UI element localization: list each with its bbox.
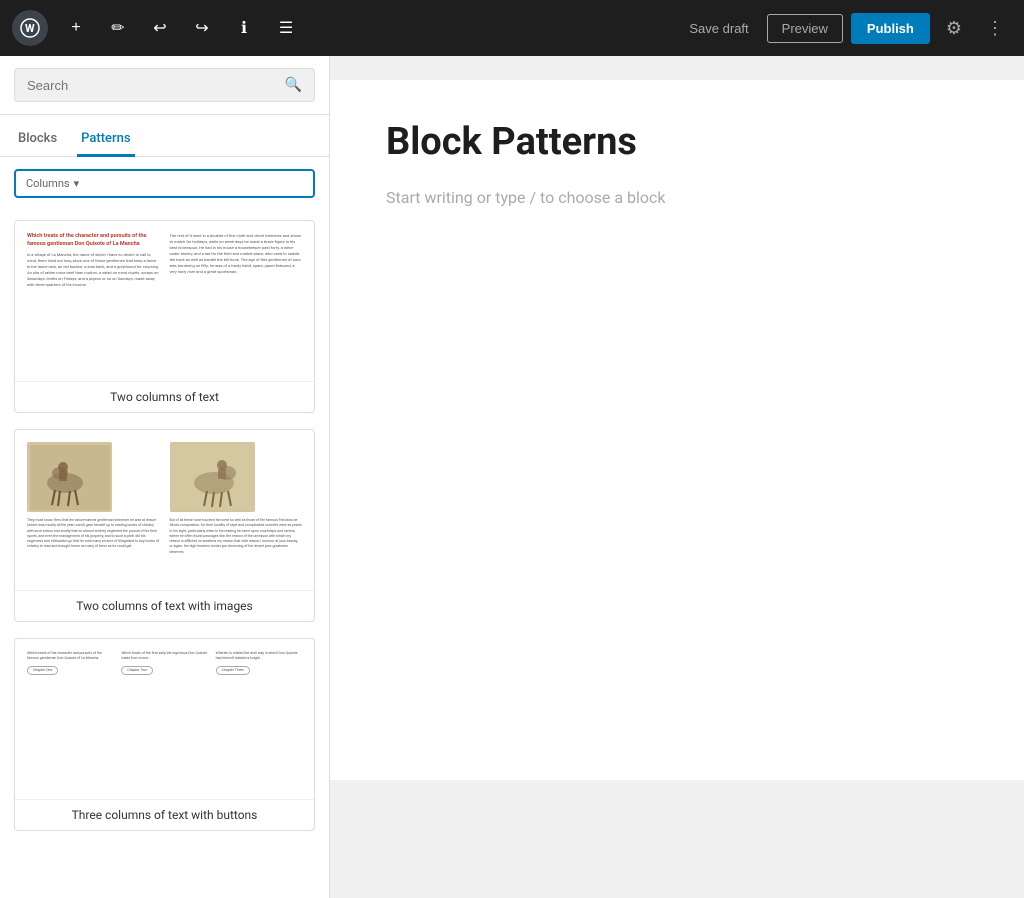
- page-title[interactable]: Block Patterns: [386, 120, 1014, 164]
- pattern-preview-two-col-text: Which treats of the character and pursui…: [15, 221, 314, 381]
- pattern-label-two-col-text: Two columns of text: [15, 381, 314, 412]
- tab-patterns[interactable]: Patterns: [77, 123, 134, 157]
- pattern-card-two-col-text[interactable]: Which treats of the character and pursui…: [14, 220, 315, 413]
- search-icon: 🔍: [285, 77, 302, 93]
- editor-area: Block Patterns Start writing or type / t…: [330, 56, 1024, 898]
- columns-filter-dropdown[interactable]: Columns ▾: [14, 169, 315, 198]
- tab-blocks[interactable]: Blocks: [14, 123, 61, 157]
- undo-button[interactable]: ↩: [142, 10, 178, 46]
- filter-row: Columns ▾: [0, 157, 329, 210]
- more-options-button[interactable]: ⋮: [978, 12, 1012, 45]
- add-block-toolbar-button[interactable]: +: [58, 10, 94, 46]
- pattern-card-two-col-images[interactable]: They must know, then, that the above-nam…: [14, 429, 315, 622]
- pattern-card-three-col-buttons[interactable]: Which treats of the character and pursui…: [14, 638, 315, 831]
- editor-content: Block Patterns Start writing or type / t…: [330, 80, 1024, 780]
- columns-filter-arrow: ▾: [74, 177, 80, 190]
- preview-image-2: [170, 442, 255, 512]
- preview-image-1: [27, 442, 112, 512]
- toolbar-right-actions: Save draft Preview Publish ⚙ ⋮: [679, 12, 1012, 45]
- tools-button[interactable]: ✏: [100, 10, 136, 46]
- pattern-label-two-col-images: Two columns of text with images: [15, 590, 314, 621]
- editor-placeholder[interactable]: Start writing or type / to choose a bloc…: [386, 188, 1014, 207]
- columns-filter-label: Columns: [26, 177, 70, 190]
- svg-text:W: W: [25, 22, 35, 35]
- pattern-preview-three-col-buttons: Which treats of the character and pursui…: [15, 639, 314, 799]
- top-toolbar: W + ✏ ↩ ↪ ℹ ☰ Save draft Preview Publish…: [0, 0, 1024, 56]
- wp-logo-button[interactable]: W: [12, 10, 48, 46]
- redo-button[interactable]: ↪: [184, 10, 220, 46]
- tabs-row: Blocks Patterns: [0, 115, 329, 157]
- search-area: 🔍: [0, 56, 329, 115]
- sidebar: 🔍 Blocks Patterns Columns ▾ Which treats: [0, 56, 330, 898]
- pattern-preview-two-col-images: They must know, then, that the above-nam…: [15, 430, 314, 590]
- list-view-button[interactable]: ☰: [268, 10, 304, 46]
- save-draft-button[interactable]: Save draft: [679, 15, 758, 42]
- search-box[interactable]: 🔍: [14, 68, 315, 102]
- pattern-list: Which treats of the character and pursui…: [0, 210, 329, 898]
- pattern-label-three-col-buttons: Three columns of text with buttons: [15, 799, 314, 830]
- main-layout: 🔍 Blocks Patterns Columns ▾ Which treats: [0, 56, 1024, 898]
- settings-button[interactable]: ⚙: [938, 12, 970, 45]
- search-input[interactable]: [27, 78, 285, 93]
- preview-button[interactable]: Preview: [767, 14, 843, 43]
- info-button[interactable]: ℹ: [226, 10, 262, 46]
- publish-button[interactable]: Publish: [851, 13, 930, 44]
